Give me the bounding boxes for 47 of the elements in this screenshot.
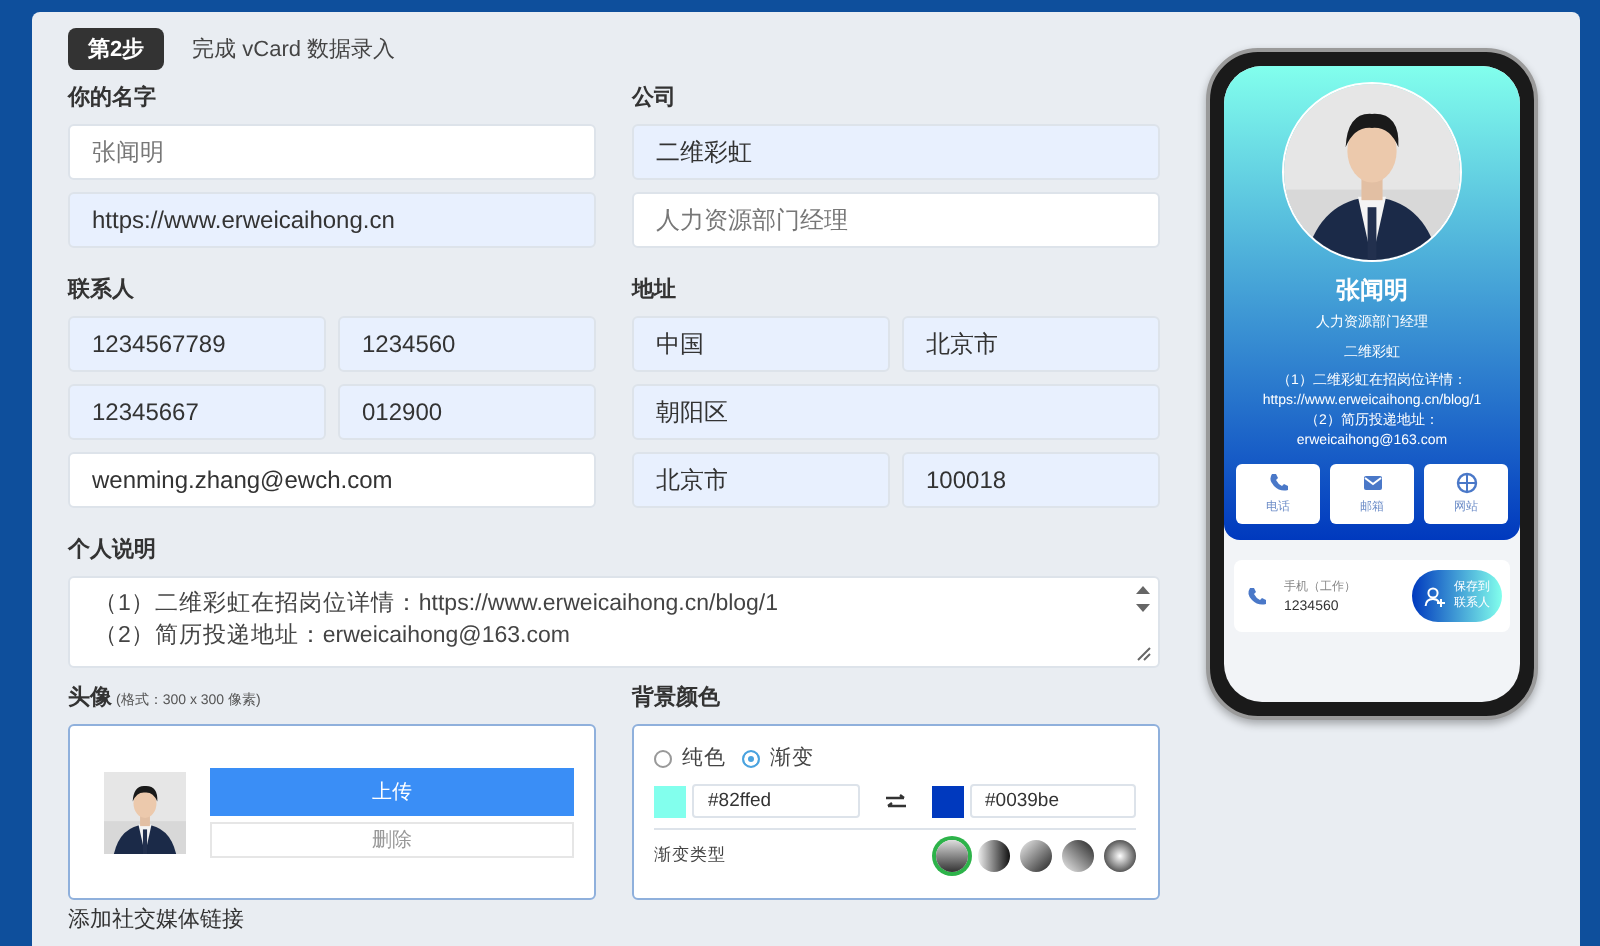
section-label: 你的名字 <box>68 83 158 112</box>
gradient-option[interactable] <box>1062 840 1094 872</box>
step-title: 完成 vCard 数据录入 <box>192 35 396 63</box>
section-label: 公司 <box>632 84 678 112</box>
section-label: 背景颜色 <box>632 683 722 712</box>
color-input[interactable]: #82ffed <box>692 784 859 818</box>
section-label: 地址 <box>632 275 678 304</box>
input-field[interactable]: 人力资源部门经理 <box>632 192 1160 248</box>
radio-label: 纯色 <box>682 744 726 772</box>
input-field[interactable]: 100018 <box>902 452 1160 508</box>
input-field[interactable]: 中国 <box>632 316 890 372</box>
mail-icon <box>1361 472 1383 494</box>
color-swatch[interactable] <box>654 785 686 817</box>
section-label: 联系人 <box>68 275 136 304</box>
radio-button[interactable] <box>654 749 672 767</box>
section-label: 添加社交媒体链接 <box>68 908 246 934</box>
scrollbar-arrows-icon <box>1134 584 1152 664</box>
gradient-option[interactable] <box>936 840 968 872</box>
step-badge: 第2步 <box>68 27 165 69</box>
input-field[interactable]: 012900 <box>338 384 596 440</box>
input-field[interactable]: 1234560 <box>338 316 596 372</box>
color-input[interactable]: #0039be <box>969 784 1136 818</box>
radio-button[interactable] <box>742 749 760 767</box>
phone-icon <box>1267 472 1289 494</box>
input-field[interactable]: wenming.zhang@ewch.com <box>68 452 596 508</box>
input-field[interactable]: 张闻明 <box>68 124 596 180</box>
gradient-option[interactable] <box>1020 840 1052 872</box>
description-field[interactable]: （1）二维彩虹在招岗位详情：https://www.erweicaihong.cn/blog/1 （2）简历投递地址：erweicaihong@163.com <box>68 576 1160 668</box>
input-field[interactable]: 12345667 <box>68 384 326 440</box>
name-text: 张闻明 <box>1336 274 1408 308</box>
input-field[interactable]: 朝阳区 <box>632 384 1160 440</box>
color-swatch[interactable] <box>931 785 963 817</box>
input-field[interactable]: 1234567789 <box>68 316 326 372</box>
section-label: 头像 <box>68 683 112 712</box>
swap-icon <box>883 793 907 809</box>
gradient-option[interactable] <box>1104 840 1136 872</box>
gradient-type-label: 渐变类型 <box>654 844 726 868</box>
globe-icon <box>1455 472 1477 494</box>
add-person-icon <box>1424 585 1446 607</box>
input-field[interactable]: https://www.erweicaihong.cn <box>68 192 596 248</box>
gradient-option[interactable] <box>978 840 1010 872</box>
input-field[interactable]: 北京市 <box>632 452 890 508</box>
section-label: 个人说明 <box>68 535 158 564</box>
radio-label: 渐变 <box>770 744 814 772</box>
phone-icon <box>1246 585 1268 607</box>
input-field[interactable]: 二维彩虹 <box>632 124 1160 180</box>
input-field[interactable]: 北京市 <box>902 316 1160 372</box>
